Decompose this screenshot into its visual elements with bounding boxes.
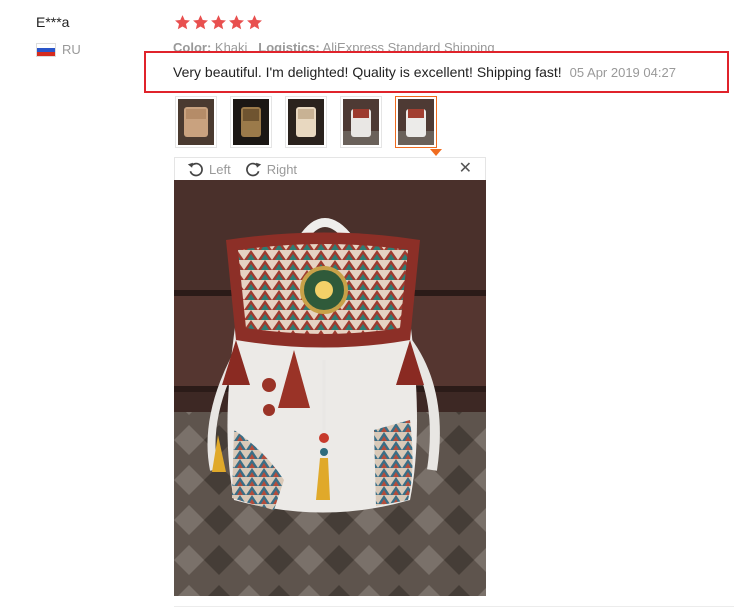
russia-flag-icon (36, 42, 56, 57)
rotate-right-button[interactable]: Right (245, 161, 297, 178)
thumbnail-4[interactable] (340, 96, 382, 148)
bag-photo-thumbnail (343, 99, 379, 145)
rotate-right-label: Right (266, 161, 298, 177)
close-icon[interactable]: ✕ (459, 160, 472, 178)
bag-photo-thumbnail (233, 99, 269, 145)
rotate-left-label: Left (209, 161, 231, 177)
thumbnail-5[interactable] (395, 96, 437, 148)
rating-stars (174, 14, 263, 31)
country-code: RU (62, 42, 81, 57)
review-highlight: Very beautiful. I'm delighted! Quality i… (144, 51, 729, 93)
star-icon (247, 15, 262, 30)
rotate-left-button[interactable]: Left (187, 161, 231, 178)
star-icon (211, 15, 226, 30)
review-date: 05 Apr 2019 04:27 (569, 64, 676, 80)
bag-photo-thumbnail (178, 99, 214, 145)
thumbnail-1[interactable] (175, 96, 217, 148)
review-text: Very beautiful. I'm delighted! Quality i… (173, 64, 562, 80)
thumbnail-2[interactable] (230, 96, 272, 148)
rotate-right-icon (245, 162, 261, 176)
rotate-left-icon (187, 162, 203, 176)
reviewer-country: RU (36, 42, 81, 57)
bag-photo-thumbnail (398, 99, 434, 145)
star-icon (175, 15, 190, 30)
star-icon (193, 15, 208, 30)
photo-thumbnails (175, 96, 437, 148)
photo-viewer: Left Right ✕ (174, 157, 486, 597)
star-icon (229, 15, 244, 30)
divider (174, 606, 734, 607)
thumbnail-3[interactable] (285, 96, 327, 148)
bag-photo-thumbnail (288, 99, 324, 145)
selected-thumbnail-caret (430, 149, 442, 156)
reviewer-name: E***a (36, 14, 70, 30)
review-photo (174, 180, 486, 596)
viewer-toolbar: Left Right ✕ (174, 157, 486, 180)
